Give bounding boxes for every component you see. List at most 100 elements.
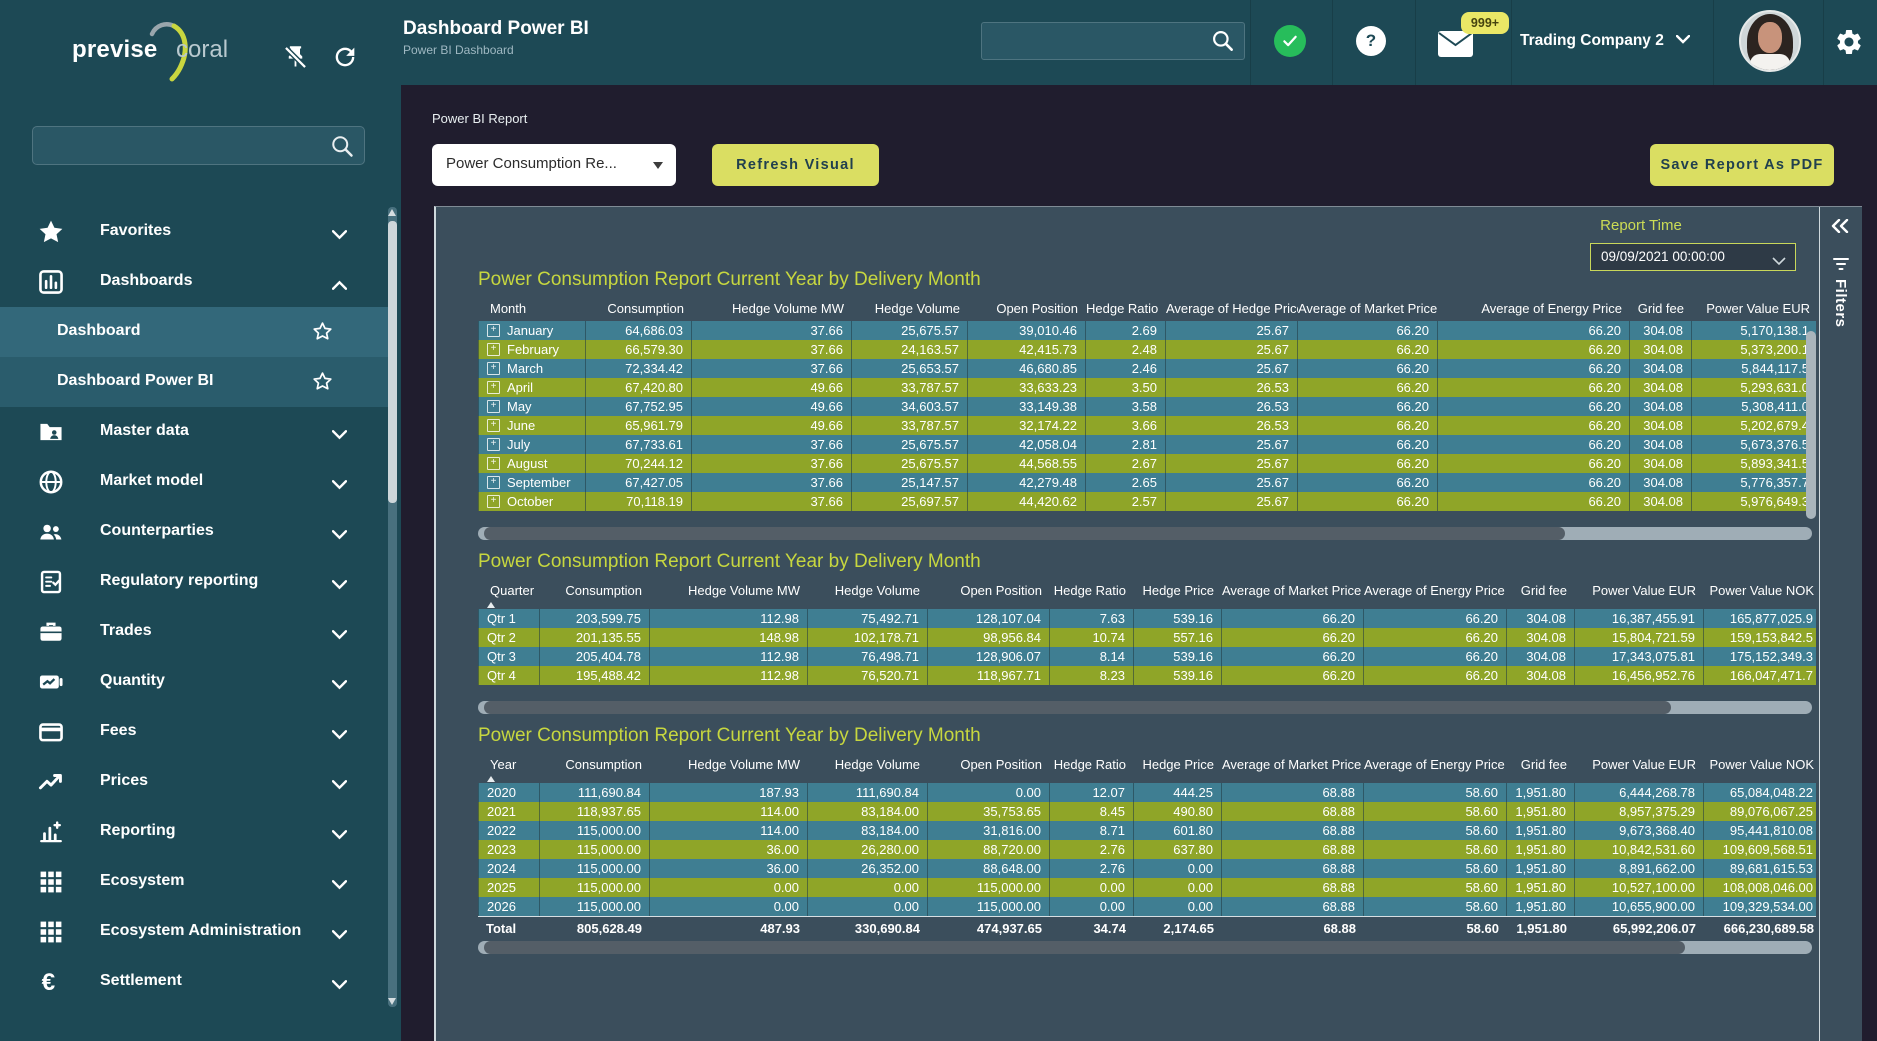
scroll-up-icon[interactable] <box>388 209 396 216</box>
column-header-average-of-market-price[interactable]: Average of Market Price <box>1298 297 1438 321</box>
sidebar-item-prices[interactable]: Prices <box>0 757 389 807</box>
column-header-year[interactable]: Year <box>478 753 540 783</box>
table-row-2022[interactable]: 2022115,000.00114.0083,184.0031,816.008.… <box>478 821 1816 840</box>
app-logo[interactable]: previse coral <box>72 22 242 74</box>
refresh-icon[interactable] <box>331 43 359 76</box>
table-row-june[interactable]: +June65,961.7949.6633,787.5732,174.223.6… <box>478 416 1816 435</box>
sidebar-item-quantity[interactable]: Quantity <box>0 657 389 707</box>
sidebar-item-ecosystem[interactable]: Ecosystem <box>0 857 389 907</box>
expand-row-icon[interactable]: + <box>487 457 500 470</box>
expand-row-icon[interactable]: + <box>487 438 500 451</box>
sidebar-item-fees[interactable]: Fees <box>0 707 389 757</box>
table-row-august[interactable]: +August70,244.1237.6625,675.5744,568.552… <box>478 454 1816 473</box>
sidebar-scrollbar[interactable] <box>388 207 397 1007</box>
status-check-icon[interactable] <box>1274 25 1306 57</box>
sidebar-item-dashboard[interactable]: Dashboard <box>0 307 389 357</box>
scrollbar-thumb[interactable] <box>484 701 1671 714</box>
column-header-hedge-volume-mw[interactable]: Hedge Volume MW <box>692 297 852 321</box>
table-row-qtr-4[interactable]: Qtr 4195,488.42112.9876,520.71118,967.71… <box>478 666 1816 685</box>
column-header-power-value-eur[interactable]: Power Value EUR <box>1575 753 1704 783</box>
column-header-quarter[interactable]: Quarter <box>478 579 540 609</box>
sidebar-item-favorites[interactable]: Favorites <box>0 207 389 257</box>
column-header-hedge-price[interactable]: Hedge Price <box>1134 753 1222 783</box>
mail-icon[interactable] <box>1437 30 1474 63</box>
column-header-average-of-energy-price[interactable]: Average of Energy Price <box>1364 579 1507 609</box>
refresh-visual-button[interactable]: Refresh Visual <box>712 144 879 186</box>
column-header-hedge-ratio[interactable]: Hedge Ratio <box>1050 579 1134 609</box>
expand-row-icon[interactable]: + <box>487 419 500 432</box>
column-header-consumption[interactable]: Consumption <box>586 297 692 321</box>
sidebar-item-counterparties[interactable]: Counterparties <box>0 507 389 557</box>
search-icon[interactable] <box>329 133 356 165</box>
table-row-2023[interactable]: 2023115,000.0036.0026,280.0088,720.002.7… <box>478 840 1816 859</box>
report-time-dropdown[interactable]: 09/09/2021 00:00:00 <box>1590 243 1796 271</box>
scrollbar-thumb[interactable] <box>484 941 1685 954</box>
expand-row-icon[interactable]: + <box>487 400 500 413</box>
sidebar-item-dashboard-power-bi[interactable]: Dashboard Power BI <box>0 357 389 407</box>
column-header-consumption[interactable]: Consumption <box>540 753 650 783</box>
sidebar-item-trades[interactable]: Trades <box>0 607 389 657</box>
expand-row-icon[interactable]: + <box>487 476 500 489</box>
settings-gear-icon[interactable] <box>1834 27 1864 62</box>
table-row-2020[interactable]: 2020111,690.84187.93111,690.840.0012.074… <box>478 783 1816 802</box>
table-row-january[interactable]: +January64,686.0337.6625,675.5739,010.46… <box>478 321 1816 340</box>
column-header-average-of-energy-price[interactable]: Average of Energy Price <box>1438 297 1630 321</box>
collapse-filters-icon[interactable] <box>1830 219 1850 238</box>
column-header-average-of-market-price[interactable]: Average of Market Price <box>1222 753 1364 783</box>
sidebar-item-regulatory-reporting[interactable]: Regulatory reporting <box>0 557 389 607</box>
column-header-average-of-hedge-price[interactable]: Average of Hedge Price <box>1166 297 1298 321</box>
expand-row-icon[interactable]: + <box>487 324 500 337</box>
column-header-hedge-volume-mw[interactable]: Hedge Volume MW <box>650 753 808 783</box>
unpin-icon[interactable] <box>282 44 309 76</box>
column-header-average-of-energy-price[interactable]: Average of Energy Price <box>1364 753 1507 783</box>
table-row-qtr-2[interactable]: Qtr 2201,135.55148.98102,178.7198,956.84… <box>478 628 1816 647</box>
column-header-consumption[interactable]: Consumption <box>540 579 650 609</box>
sidebar-item-dashboards[interactable]: Dashboards <box>0 257 389 307</box>
table-row-july[interactable]: +July67,733.6137.6625,675.5742,058.042.8… <box>478 435 1816 454</box>
table-year-horizontal-scrollbar[interactable] <box>478 941 1812 954</box>
column-header-power-value-eur[interactable]: Power Value EUR <box>1575 579 1704 609</box>
column-header-month[interactable]: Month <box>478 297 586 321</box>
table-quarter-horizontal-scrollbar[interactable] <box>478 701 1812 714</box>
help-icon[interactable]: ? <box>1356 26 1386 56</box>
save-report-pdf-button[interactable]: Save Report As PDF <box>1650 144 1834 186</box>
table-row-2021[interactable]: 2021118,937.65114.0083,184.0035,753.658.… <box>478 802 1816 821</box>
expand-row-icon[interactable]: + <box>487 381 500 394</box>
table-row-2024[interactable]: 2024115,000.0036.0026,352.0088,648.002.7… <box>478 859 1816 878</box>
filter-icon[interactable] <box>1833 257 1849 276</box>
column-header-hedge-volume-mw[interactable]: Hedge Volume MW <box>650 579 808 609</box>
table-total-row[interactable]: Total805,628.49487.93330,690.84474,937.6… <box>478 916 1816 939</box>
column-header-open-position[interactable]: Open Position <box>928 579 1050 609</box>
table-row-2026[interactable]: 2026115,000.000.000.00115,000.000.000.00… <box>478 897 1816 916</box>
favorite-star-icon[interactable] <box>312 371 333 397</box>
search-icon[interactable] <box>1210 28 1236 59</box>
sidebar-item-market-model[interactable]: Market model <box>0 457 389 507</box>
sidebar-item-master-data[interactable]: Master data <box>0 407 389 457</box>
scroll-down-icon[interactable] <box>388 998 396 1005</box>
table-row-march[interactable]: +March72,334.4237.6625,653.5746,680.852.… <box>478 359 1816 378</box>
sidebar-search-input[interactable] <box>43 129 327 162</box>
column-header-power-value-nok[interactable]: Power Value NOK <box>1704 579 1816 609</box>
table-row-qtr-3[interactable]: Qtr 3205,404.78112.9876,498.71128,906.07… <box>478 647 1816 666</box>
table-month-horizontal-scrollbar[interactable] <box>478 527 1812 540</box>
table-row-2025[interactable]: 2025115,000.000.000.00115,000.000.000.00… <box>478 878 1816 897</box>
table-row-september[interactable]: +September67,427.0537.6625,147.5742,279.… <box>478 473 1816 492</box>
user-avatar[interactable] <box>1739 10 1801 72</box>
column-header-hedge-ratio[interactable]: Hedge Ratio <box>1086 297 1166 321</box>
column-header-hedge-volume[interactable]: Hedge Volume <box>808 579 928 609</box>
header-search-input[interactable] <box>990 25 1204 57</box>
table-row-qtr-1[interactable]: Qtr 1203,599.75112.9875,492.71128,107.04… <box>478 609 1816 628</box>
column-header-open-position[interactable]: Open Position <box>928 753 1050 783</box>
sidebar-item-reporting[interactable]: Reporting <box>0 807 389 857</box>
sidebar-item-settlement[interactable]: €Settlement <box>0 957 389 1007</box>
favorite-star-icon[interactable] <box>312 321 333 347</box>
table-month-vertical-scrollbar[interactable] <box>1806 331 1816 519</box>
sidebar-item-ecosystem-administration[interactable]: Ecosystem Administration <box>0 907 389 957</box>
column-header-hedge-volume[interactable]: Hedge Volume <box>808 753 928 783</box>
scrollbar-thumb[interactable] <box>484 527 1565 540</box>
column-header-open-position[interactable]: Open Position <box>968 297 1086 321</box>
column-header-grid-fee[interactable]: Grid fee <box>1630 297 1692 321</box>
table-row-february[interactable]: +February66,579.3037.6624,163.5742,415.7… <box>478 340 1816 359</box>
column-header-power-value-nok[interactable]: Power Value NOK <box>1704 753 1816 783</box>
expand-row-icon[interactable]: + <box>487 343 500 356</box>
